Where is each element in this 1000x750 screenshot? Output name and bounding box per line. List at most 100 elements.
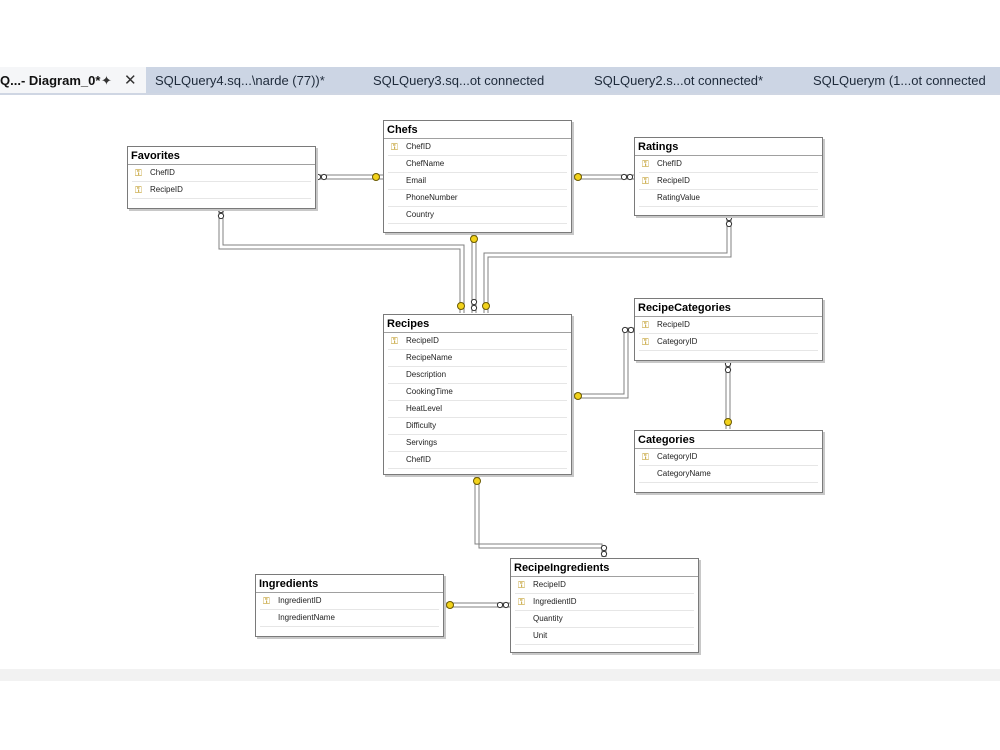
column-row[interactable]: Difficulty xyxy=(388,418,567,435)
column-name: CategoryID xyxy=(657,452,698,461)
primary-key-icon: ⚿ xyxy=(135,168,142,178)
column-row[interactable]: HeatLevel xyxy=(388,401,567,418)
many-endpoint xyxy=(620,173,628,181)
column-row[interactable]: PhoneNumber xyxy=(388,190,567,207)
column-row[interactable]: ⚿ RecipeID xyxy=(639,173,818,190)
table-title: Recipes xyxy=(384,315,571,333)
column-name: HeatLevel xyxy=(406,404,443,413)
key-endpoint xyxy=(574,173,582,181)
column-row[interactable]: Unit xyxy=(515,628,694,645)
primary-key-icon: ⚿ xyxy=(642,452,649,462)
many-endpoint xyxy=(621,326,629,334)
primary-key-icon: ⚿ xyxy=(642,176,649,186)
column-row[interactable]: RecipeName xyxy=(388,350,567,367)
table-title: Ingredients xyxy=(256,575,443,593)
key-endpoint xyxy=(482,302,490,310)
table-favorites[interactable]: Favorites ⚿ ChefID ⚿ RecipeID xyxy=(127,146,316,209)
column-row[interactable]: CategoryName xyxy=(639,466,818,483)
column-row[interactable]: ⚿ CategoryID xyxy=(639,334,818,351)
primary-key-icon: ⚿ xyxy=(518,597,525,607)
column-row[interactable]: ⚿ RecipeID xyxy=(132,182,311,199)
column-row[interactable]: ChefID xyxy=(388,452,567,469)
key-endpoint xyxy=(470,235,478,243)
column-name: RatingValue xyxy=(657,193,700,202)
column-name: ChefID xyxy=(406,455,431,464)
primary-key-icon: ⚿ xyxy=(642,320,649,330)
column-row[interactable]: Email xyxy=(388,173,567,190)
column-name: IngredientID xyxy=(533,597,577,606)
column-row[interactable]: ⚿ RecipeID xyxy=(639,317,818,334)
column-name: RecipeID xyxy=(533,580,566,589)
primary-key-icon: ⚿ xyxy=(518,580,525,590)
column-name: ChefID xyxy=(657,159,682,168)
column-name: Country xyxy=(406,210,435,219)
many-endpoint xyxy=(496,601,504,609)
column-name: Servings xyxy=(406,438,438,447)
column-name: RecipeID xyxy=(657,176,690,185)
key-endpoint xyxy=(574,392,582,400)
primary-key-icon: ⚿ xyxy=(263,596,270,606)
primary-key-icon: ⚿ xyxy=(391,142,398,152)
table-ingredients[interactable]: Ingredients ⚿ IngredientID IngredientName xyxy=(255,574,444,637)
column-row[interactable]: ⚿ IngredientID xyxy=(515,594,694,611)
table-title: Categories xyxy=(635,431,822,449)
column-name: ChefID xyxy=(150,168,175,177)
column-row[interactable]: ⚿ ChefID xyxy=(388,139,567,156)
column-name: IngredientName xyxy=(278,613,335,622)
column-row[interactable]: ⚿ ChefID xyxy=(132,165,311,182)
column-name: CookingTime xyxy=(406,387,453,396)
column-name: Unit xyxy=(533,631,548,640)
table-title: RecipeIngredients xyxy=(511,559,698,577)
column-row[interactable]: Country xyxy=(388,207,567,224)
column-name: Email xyxy=(406,176,427,185)
column-row[interactable]: Servings xyxy=(388,435,567,452)
primary-key-icon: ⚿ xyxy=(642,337,649,347)
table-title: Chefs xyxy=(384,121,571,139)
primary-key-icon: ⚿ xyxy=(391,336,398,346)
column-name: RecipeName xyxy=(406,353,453,362)
column-name: ChefName xyxy=(406,159,445,168)
column-name: Difficulty xyxy=(406,421,437,430)
relationship-recipes-recipecategories xyxy=(570,327,634,395)
table-categories[interactable]: Categories ⚿ CategoryID CategoryName xyxy=(634,430,823,493)
table-recipeingredients[interactable]: RecipeIngredients ⚿ RecipeID ⚿ IngredientID… xyxy=(510,558,699,653)
column-row[interactable]: ⚿ IngredientID xyxy=(260,593,439,610)
column-row[interactable]: Quantity xyxy=(515,611,694,628)
table-recipecategories[interactable]: RecipeCategories ⚿ RecipeID ⚿ CategoryID xyxy=(634,298,823,361)
key-endpoint xyxy=(372,173,380,181)
key-endpoint xyxy=(457,302,465,310)
column-row[interactable]: Description xyxy=(388,367,567,384)
table-title: Favorites xyxy=(128,147,315,165)
many-endpoint xyxy=(314,173,322,181)
column-name: CategoryName xyxy=(657,469,711,478)
column-row[interactable]: ChefName xyxy=(388,156,567,173)
many-endpoint xyxy=(600,544,608,552)
column-name: Quantity xyxy=(533,614,563,623)
table-recipes[interactable]: Recipes ⚿ RecipeID RecipeName Description Co… xyxy=(383,314,572,475)
column-row[interactable]: ⚿ RecipeID xyxy=(515,577,694,594)
column-name: RecipeID xyxy=(406,336,439,345)
many-endpoint xyxy=(724,360,732,368)
column-row[interactable]: CookingTime xyxy=(388,384,567,401)
column-name: RecipeID xyxy=(657,320,690,329)
column-row[interactable]: RatingValue xyxy=(639,190,818,207)
primary-key-icon: ⚿ xyxy=(135,185,142,195)
key-endpoint xyxy=(446,601,454,609)
column-name: ChefID xyxy=(406,142,431,151)
column-name: Description xyxy=(406,370,447,379)
primary-key-icon: ⚿ xyxy=(642,159,649,169)
column-row[interactable]: IngredientName xyxy=(260,610,439,627)
many-endpoint xyxy=(725,214,733,222)
column-name: CategoryID xyxy=(657,337,698,346)
table-ratings[interactable]: Ratings ⚿ ChefID ⚿ RecipeID RatingValue xyxy=(634,137,823,216)
table-title: Ratings xyxy=(635,138,822,156)
column-row[interactable]: ⚿ CategoryID xyxy=(639,449,818,466)
column-name: RecipeID xyxy=(150,185,183,194)
relationship-recipes-recipeingredients xyxy=(474,473,603,557)
many-endpoint xyxy=(470,298,478,306)
column-name: PhoneNumber xyxy=(406,193,458,202)
key-endpoint xyxy=(473,477,481,485)
column-row[interactable]: ⚿ RecipeID xyxy=(388,333,567,350)
table-chefs[interactable]: Chefs ⚿ ChefID ChefName Email PhoneNumber Cou… xyxy=(383,120,572,233)
column-row[interactable]: ⚿ ChefID xyxy=(639,156,818,173)
